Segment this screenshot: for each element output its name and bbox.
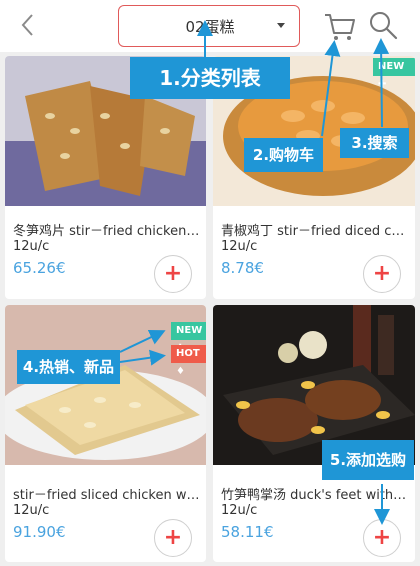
cart-icon[interactable]: [323, 9, 357, 43]
hot-badge: HOT ♦: [171, 345, 206, 377]
product-price: 58.11€: [221, 523, 274, 541]
chevron-left-icon[interactable]: [14, 11, 42, 39]
product-name: 竹笋鸭掌汤 duck's feet with bamboo: [221, 488, 409, 503]
product-name: 青椒鸡丁 stir－fried diced chicken: [221, 224, 409, 239]
product-card[interactable]: NEW ✚ HOT ♦ stir－fried sliced chicken wi…: [5, 305, 206, 562]
product-unit: 12u/c: [13, 239, 50, 254]
annotation-category-list: 1.分类列表: [130, 57, 290, 99]
product-card[interactable]: 竹笋鸭掌汤 duck's feet with bamboo 12u/c 58.1…: [213, 305, 415, 562]
product-price: 91.90€: [13, 523, 66, 541]
search-icon[interactable]: [367, 9, 399, 41]
new-badge-label: NEW: [176, 325, 203, 336]
new-badge-label: NEW: [378, 61, 405, 72]
annotation-cart: 2.购物车: [244, 138, 323, 172]
add-to-cart-button[interactable]: +: [363, 255, 401, 293]
category-selector[interactable]: 02蛋糕: [118, 5, 300, 47]
product-unit: 12u/c: [13, 503, 50, 518]
top-bar: 02蛋糕: [0, 0, 420, 52]
category-label: 02蛋糕: [185, 18, 235, 36]
product-unit: 12u/c: [221, 239, 258, 254]
annotation-search: 3.搜索: [340, 128, 409, 158]
add-to-cart-button[interactable]: +: [154, 519, 192, 557]
caret-down-icon: [277, 23, 285, 28]
product-name: stir－fried sliced chicken with: [13, 488, 200, 503]
new-badge: NEW ✚: [373, 58, 415, 90]
hot-badge-label: HOT: [176, 348, 200, 359]
new-badge: NEW ✚: [171, 322, 206, 354]
add-to-cart-button[interactable]: +: [363, 519, 401, 557]
add-to-cart-button[interactable]: +: [154, 255, 192, 293]
product-unit: 12u/c: [221, 503, 258, 518]
annotation-hot-new: 4.热销、新品: [17, 350, 120, 384]
product-name: 冬笋鸡片 stir－fried chicken slices: [13, 224, 200, 239]
product-price: 65.26€: [13, 259, 66, 277]
annotation-add-to-cart: 5.添加选购: [322, 440, 414, 480]
product-price: 8.78€: [221, 259, 264, 277]
